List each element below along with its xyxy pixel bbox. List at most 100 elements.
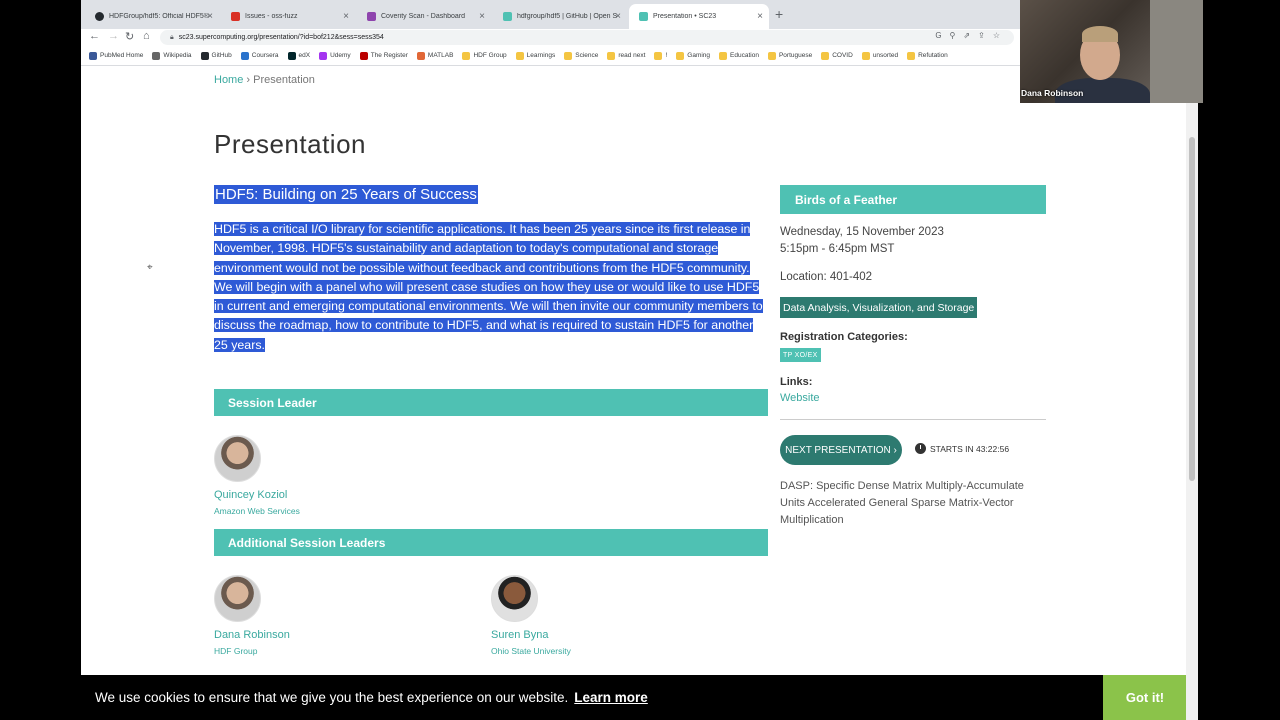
session-time: 5:15pm - 6:45pm MST	[780, 243, 895, 255]
webcam-person-hair	[1082, 26, 1118, 42]
session-title: HDF5: Building on 25 Years of Success	[214, 185, 478, 204]
bookmark-label: Science	[575, 52, 599, 59]
got-it-button[interactable]: Got it!	[1103, 675, 1187, 720]
close-tab-icon[interactable]: ×	[757, 11, 763, 22]
website-link[interactable]: Website	[780, 392, 820, 404]
divider	[780, 419, 1046, 420]
omnibox-actions[interactable]: G⚲⇗⇪☆	[935, 31, 1008, 40]
bookmark-item[interactable]: HDF Group	[462, 51, 507, 60]
folder-icon	[719, 51, 728, 60]
bookmark-item[interactable]: Portuguese	[767, 51, 813, 60]
avatar-quincey-koziol[interactable]	[214, 435, 261, 482]
bookmark-item[interactable]: edX	[287, 51, 310, 60]
bookmark-item[interactable]: Education	[719, 51, 759, 60]
page-title: Presentation	[214, 129, 366, 159]
webcam-background	[1150, 0, 1203, 103]
bookmarks-bar: PubMed Home Wikipedia GitHub Coursera edX Ude…	[81, 46, 1020, 66]
folder-icon	[861, 51, 870, 60]
bookmark-label: Wikipedia	[163, 52, 192, 59]
browser-toolbar: ← → ↻ ⌂ 🔒︎ sc23.supercomputing.org/prese…	[81, 29, 1020, 46]
bookmark-item[interactable]: Science	[564, 51, 599, 60]
bookmark-label: Learnings	[526, 52, 556, 59]
cookie-message: We use cookies to ensure that we give yo…	[95, 690, 569, 705]
bookmark-item[interactable]: MATLAB	[416, 51, 454, 60]
bookmark-label: MATLAB	[427, 52, 454, 59]
new-tab-button[interactable]: +	[775, 6, 783, 22]
issues-icon	[231, 12, 240, 21]
tab-coverity[interactable]: Coverity Scan - Dashboard ×	[357, 4, 491, 29]
home-icon[interactable]: ⌂	[143, 30, 150, 42]
tab-strip: HDFGroup/hdf5: Official HDF5® × Issues -…	[81, 0, 1020, 29]
bookmark-label: Refutation	[918, 52, 948, 59]
bookmark-label: !	[665, 52, 668, 59]
next-presentation-title[interactable]: DASP: Specific Dense Matrix Multiply-Acc…	[780, 478, 1050, 529]
lock-icon: 🔒︎	[170, 33, 174, 41]
bookmark-item[interactable]: Udemy	[319, 51, 351, 60]
tab-sc23-presentation[interactable]: Presentation • SC23 ×	[629, 4, 769, 29]
session-abstract-text: HDF5 is a critical I/O library for scien…	[214, 222, 763, 352]
address-bar[interactable]: 🔒︎ sc23.supercomputing.org/presentation/…	[160, 30, 1014, 45]
openhub-icon	[503, 12, 512, 21]
bookmark-item[interactable]: read next	[607, 51, 645, 60]
registration-label: Registration Categories:	[780, 331, 908, 343]
bookmark-item[interactable]: !	[654, 51, 668, 60]
bookmark-label: HDF Group	[473, 52, 507, 59]
tab-oss-fuzz[interactable]: Issues - oss-fuzz ×	[221, 4, 355, 29]
starts-in-text: STARTS IN 43:22:56	[930, 443, 1010, 454]
bookmark-item[interactable]: Refutation	[907, 51, 948, 60]
avatar-suren-byna[interactable]	[491, 575, 538, 622]
bookmark-label: The Register	[370, 52, 408, 59]
bookmark-label: Portuguese	[778, 52, 813, 59]
leader-name[interactable]: Suren Byna	[491, 629, 548, 641]
url-text: sc23.supercomputing.org/presentation/?id…	[178, 34, 384, 41]
bookmark-item[interactable]: GitHub	[200, 51, 232, 60]
folder-icon	[607, 51, 616, 60]
scrollbar-thumb[interactable]	[1189, 137, 1195, 481]
tab-hdf5-github[interactable]: HDFGroup/hdf5: Official HDF5® ×	[85, 4, 219, 29]
back-arrow-icon[interactable]: ←	[89, 30, 100, 42]
bookmark-item[interactable]: Gaming	[676, 51, 711, 60]
page-scrollbar[interactable]	[1186, 103, 1198, 720]
bookmark-item[interactable]: unsorted	[861, 51, 898, 60]
bookmark-label: Gaming	[687, 52, 711, 59]
bookmark-item[interactable]: COVID	[821, 51, 853, 60]
track-tag[interactable]: Data Analysis, Visualization, and Storag…	[780, 297, 978, 318]
folder-icon	[564, 51, 573, 60]
breadcrumb-home-link[interactable]: Home	[214, 74, 243, 86]
session-location: Location: 401-402	[780, 271, 873, 283]
bookmark-item[interactable]: Coursera	[240, 51, 279, 60]
close-tab-icon[interactable]: ×	[615, 11, 621, 22]
leader-name[interactable]: Quincey Koziol	[214, 489, 287, 501]
close-tab-icon[interactable]: ×	[343, 11, 349, 22]
bookmark-label: Coursera	[251, 52, 279, 59]
bookmark-item[interactable]: Learnings	[515, 51, 556, 60]
bookmark-item[interactable]: The Register	[359, 51, 408, 60]
bookmark-item[interactable]: Wikipedia	[152, 51, 192, 60]
avatar-dana-robinson[interactable]	[214, 575, 261, 622]
browser-window: HDFGroup/hdf5: Official HDF5® × Issues -…	[81, 0, 1198, 720]
breadcrumb-current: Presentation	[253, 74, 315, 86]
bookmark-item[interactable]: PubMed Home	[89, 51, 144, 60]
leader-org: Ohio State University	[491, 646, 571, 656]
next-presentation-button[interactable]: NEXT PRESENTATION ›	[780, 435, 902, 465]
bookmark-label: Education	[730, 52, 759, 59]
leader-name[interactable]: Dana Robinson	[214, 629, 290, 641]
links-label: Links:	[780, 376, 813, 388]
sc23-icon	[639, 12, 648, 21]
edx-icon	[287, 51, 296, 60]
folder-icon	[462, 51, 471, 60]
wikipedia-icon	[152, 51, 161, 60]
close-tab-icon[interactable]: ×	[207, 11, 213, 22]
folder-icon	[515, 51, 524, 60]
breadcrumb-separator: ›	[246, 74, 251, 86]
reload-icon[interactable]: ↻	[125, 30, 134, 43]
coverity-icon	[367, 12, 376, 21]
folder-icon	[907, 51, 916, 60]
forward-arrow-icon[interactable]: →	[108, 30, 119, 42]
starts-in-countdown: STARTS IN 43:22:56	[915, 443, 1009, 454]
folder-icon	[654, 51, 663, 60]
close-tab-icon[interactable]: ×	[479, 11, 485, 22]
learn-more-link[interactable]: Learn more	[574, 690, 648, 705]
bookmark-label: PubMed Home	[100, 52, 144, 59]
tab-hdf5-openhub[interactable]: hdfgroup/hdf5 | GitHub | Open S ×	[493, 4, 627, 29]
